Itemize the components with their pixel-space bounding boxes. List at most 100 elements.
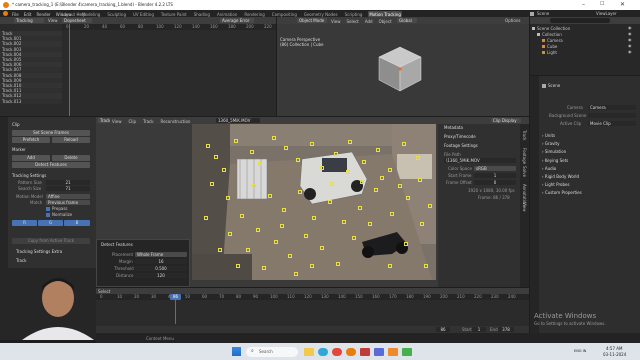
track-marker[interactable] bbox=[226, 196, 230, 200]
pattern-size-field[interactable]: 21 bbox=[46, 180, 90, 185]
clip-display-menu[interactable]: Clip Display bbox=[491, 118, 521, 123]
dopesheet-view-menu[interactable]: View bbox=[48, 19, 58, 23]
track-marker[interactable] bbox=[388, 264, 392, 268]
match-select[interactable]: Previous frame bbox=[46, 200, 90, 205]
track-marker[interactable] bbox=[342, 220, 346, 224]
background-scene-field[interactable] bbox=[588, 113, 636, 118]
track-marker[interactable] bbox=[404, 242, 408, 246]
visibility-icon[interactable]: ◉ bbox=[628, 50, 632, 54]
track-marker[interactable] bbox=[214, 155, 218, 159]
clip-name-field[interactable]: 1360_5MiK.MOV bbox=[216, 118, 260, 123]
3d-viewport[interactable]: Object Mode View Select Add Object Global O… bbox=[277, 17, 529, 116]
normalize-checkbox[interactable] bbox=[46, 213, 50, 217]
channel-g-toggle[interactable]: G bbox=[38, 220, 63, 226]
view-layer-name[interactable]: ViewLayer bbox=[596, 12, 617, 16]
track-marker[interactable] bbox=[336, 262, 340, 266]
add-marker-button[interactable]: Add bbox=[12, 155, 50, 161]
track-marker[interactable] bbox=[296, 158, 300, 162]
dopesheet-sort-select[interactable]: Average Error bbox=[220, 18, 254, 23]
track-marker[interactable] bbox=[362, 160, 366, 164]
track-marker[interactable] bbox=[246, 248, 250, 252]
track-row[interactable]: Track.013 bbox=[0, 98, 62, 104]
clip-section-header[interactable]: Clip bbox=[12, 123, 20, 127]
track-marker[interactable] bbox=[262, 266, 266, 270]
outliner-item[interactable]: Collection bbox=[537, 32, 562, 37]
track-marker[interactable] bbox=[320, 166, 324, 170]
track-marker[interactable] bbox=[406, 196, 410, 200]
properties-section[interactable]: › Audio bbox=[542, 166, 556, 171]
prepass-checkbox[interactable] bbox=[46, 207, 50, 211]
photos-icon[interactable] bbox=[402, 347, 412, 356]
properties-section[interactable]: › Custom Properties bbox=[542, 191, 582, 195]
track-marker[interactable] bbox=[282, 208, 286, 212]
channel-r-toggle[interactable]: R bbox=[12, 220, 37, 226]
track-marker[interactable] bbox=[424, 264, 428, 268]
menu-render[interactable]: Render bbox=[36, 12, 50, 17]
cube-object[interactable] bbox=[375, 44, 425, 94]
track-marker[interactable] bbox=[328, 200, 332, 204]
sidebar-tab-footage[interactable]: Footage bbox=[522, 148, 527, 164]
clip-menu-track[interactable]: Track bbox=[143, 119, 153, 124]
track-marker[interactable] bbox=[352, 236, 356, 240]
dopesheet-playhead[interactable] bbox=[69, 24, 70, 116]
track-marker[interactable] bbox=[304, 234, 308, 238]
recorder-icon[interactable] bbox=[360, 347, 370, 356]
track-marker[interactable] bbox=[368, 222, 372, 226]
track-marker[interactable] bbox=[256, 228, 260, 232]
blender-task-icon[interactable] bbox=[346, 347, 356, 356]
track-marker[interactable] bbox=[236, 264, 240, 268]
active-clip-field[interactable]: Movie Clip bbox=[588, 121, 636, 126]
viewport-menu-view[interactable]: View bbox=[331, 19, 341, 24]
clip-menu-view[interactable]: View bbox=[112, 119, 122, 124]
current-frame-field[interactable]: 86 bbox=[436, 327, 450, 332]
sidebar-tab-solve[interactable]: Solve bbox=[522, 166, 527, 177]
track-marker[interactable] bbox=[274, 240, 278, 244]
track-marker[interactable] bbox=[416, 156, 420, 160]
track-marker[interactable] bbox=[402, 142, 406, 146]
track-marker[interactable] bbox=[428, 204, 432, 208]
track-marker[interactable] bbox=[348, 140, 352, 144]
frame-offset-field[interactable]: 0 bbox=[474, 180, 516, 185]
track-marker[interactable] bbox=[312, 216, 316, 220]
track-marker[interactable] bbox=[310, 264, 314, 268]
track-marker[interactable] bbox=[228, 232, 232, 236]
copy-from-active-button[interactable]: Copy from Active Track bbox=[12, 238, 90, 244]
metadata-header[interactable]: Metadata bbox=[444, 126, 463, 130]
outliner-item[interactable]: Camera bbox=[542, 38, 563, 43]
footage-settings-header[interactable]: Footage Settings bbox=[444, 144, 478, 148]
track-marker[interactable] bbox=[284, 146, 288, 150]
track-marker[interactable] bbox=[418, 178, 422, 182]
track-marker[interactable] bbox=[398, 184, 402, 188]
start-field[interactable]: 1 bbox=[472, 327, 486, 332]
track-section-header[interactable]: Track bbox=[16, 259, 26, 263]
camera-field[interactable]: Camera bbox=[588, 105, 636, 110]
track-marker[interactable] bbox=[320, 246, 324, 250]
object-mode-select[interactable]: Object Mode bbox=[297, 18, 327, 23]
track-marker[interactable] bbox=[210, 182, 214, 186]
search-size-field[interactable]: 71 bbox=[46, 186, 90, 191]
start-frame-field[interactable]: 1 bbox=[474, 173, 516, 178]
track-marker[interactable] bbox=[288, 254, 292, 258]
tracking-settings-extra-header[interactable]: Tracking Settings Extra bbox=[16, 250, 62, 254]
track-marker[interactable] bbox=[420, 222, 424, 226]
app-icon[interactable] bbox=[374, 347, 384, 356]
delete-marker-button[interactable]: Delete bbox=[52, 155, 90, 161]
threshold-field[interactable]: 0.500 bbox=[135, 266, 187, 271]
track-marker[interactable] bbox=[268, 194, 272, 198]
clip-menu-clip[interactable]: Clip bbox=[129, 119, 137, 124]
outliner-item[interactable]: Cube bbox=[542, 44, 557, 49]
outliner-item[interactable]: Light bbox=[542, 50, 557, 55]
channel-b-toggle[interactable]: B bbox=[64, 220, 90, 226]
dopesheet-mode-select[interactable]: Tracking bbox=[14, 18, 44, 23]
track-marker[interactable] bbox=[376, 148, 380, 152]
minimize-button[interactable]: – bbox=[582, 2, 585, 8]
viewport-menu-object[interactable]: Object bbox=[379, 19, 392, 24]
viewport-menu-select[interactable]: Select bbox=[347, 19, 359, 24]
media-icon[interactable] bbox=[388, 347, 398, 356]
reload-button[interactable]: Reload bbox=[52, 137, 90, 143]
motion-model-select[interactable]: Affine bbox=[46, 194, 90, 199]
track-marker[interactable] bbox=[310, 142, 314, 146]
outliner-search-field[interactable] bbox=[550, 18, 610, 23]
edge-icon[interactable] bbox=[318, 347, 328, 356]
maximize-button[interactable]: ☐ bbox=[600, 2, 604, 7]
